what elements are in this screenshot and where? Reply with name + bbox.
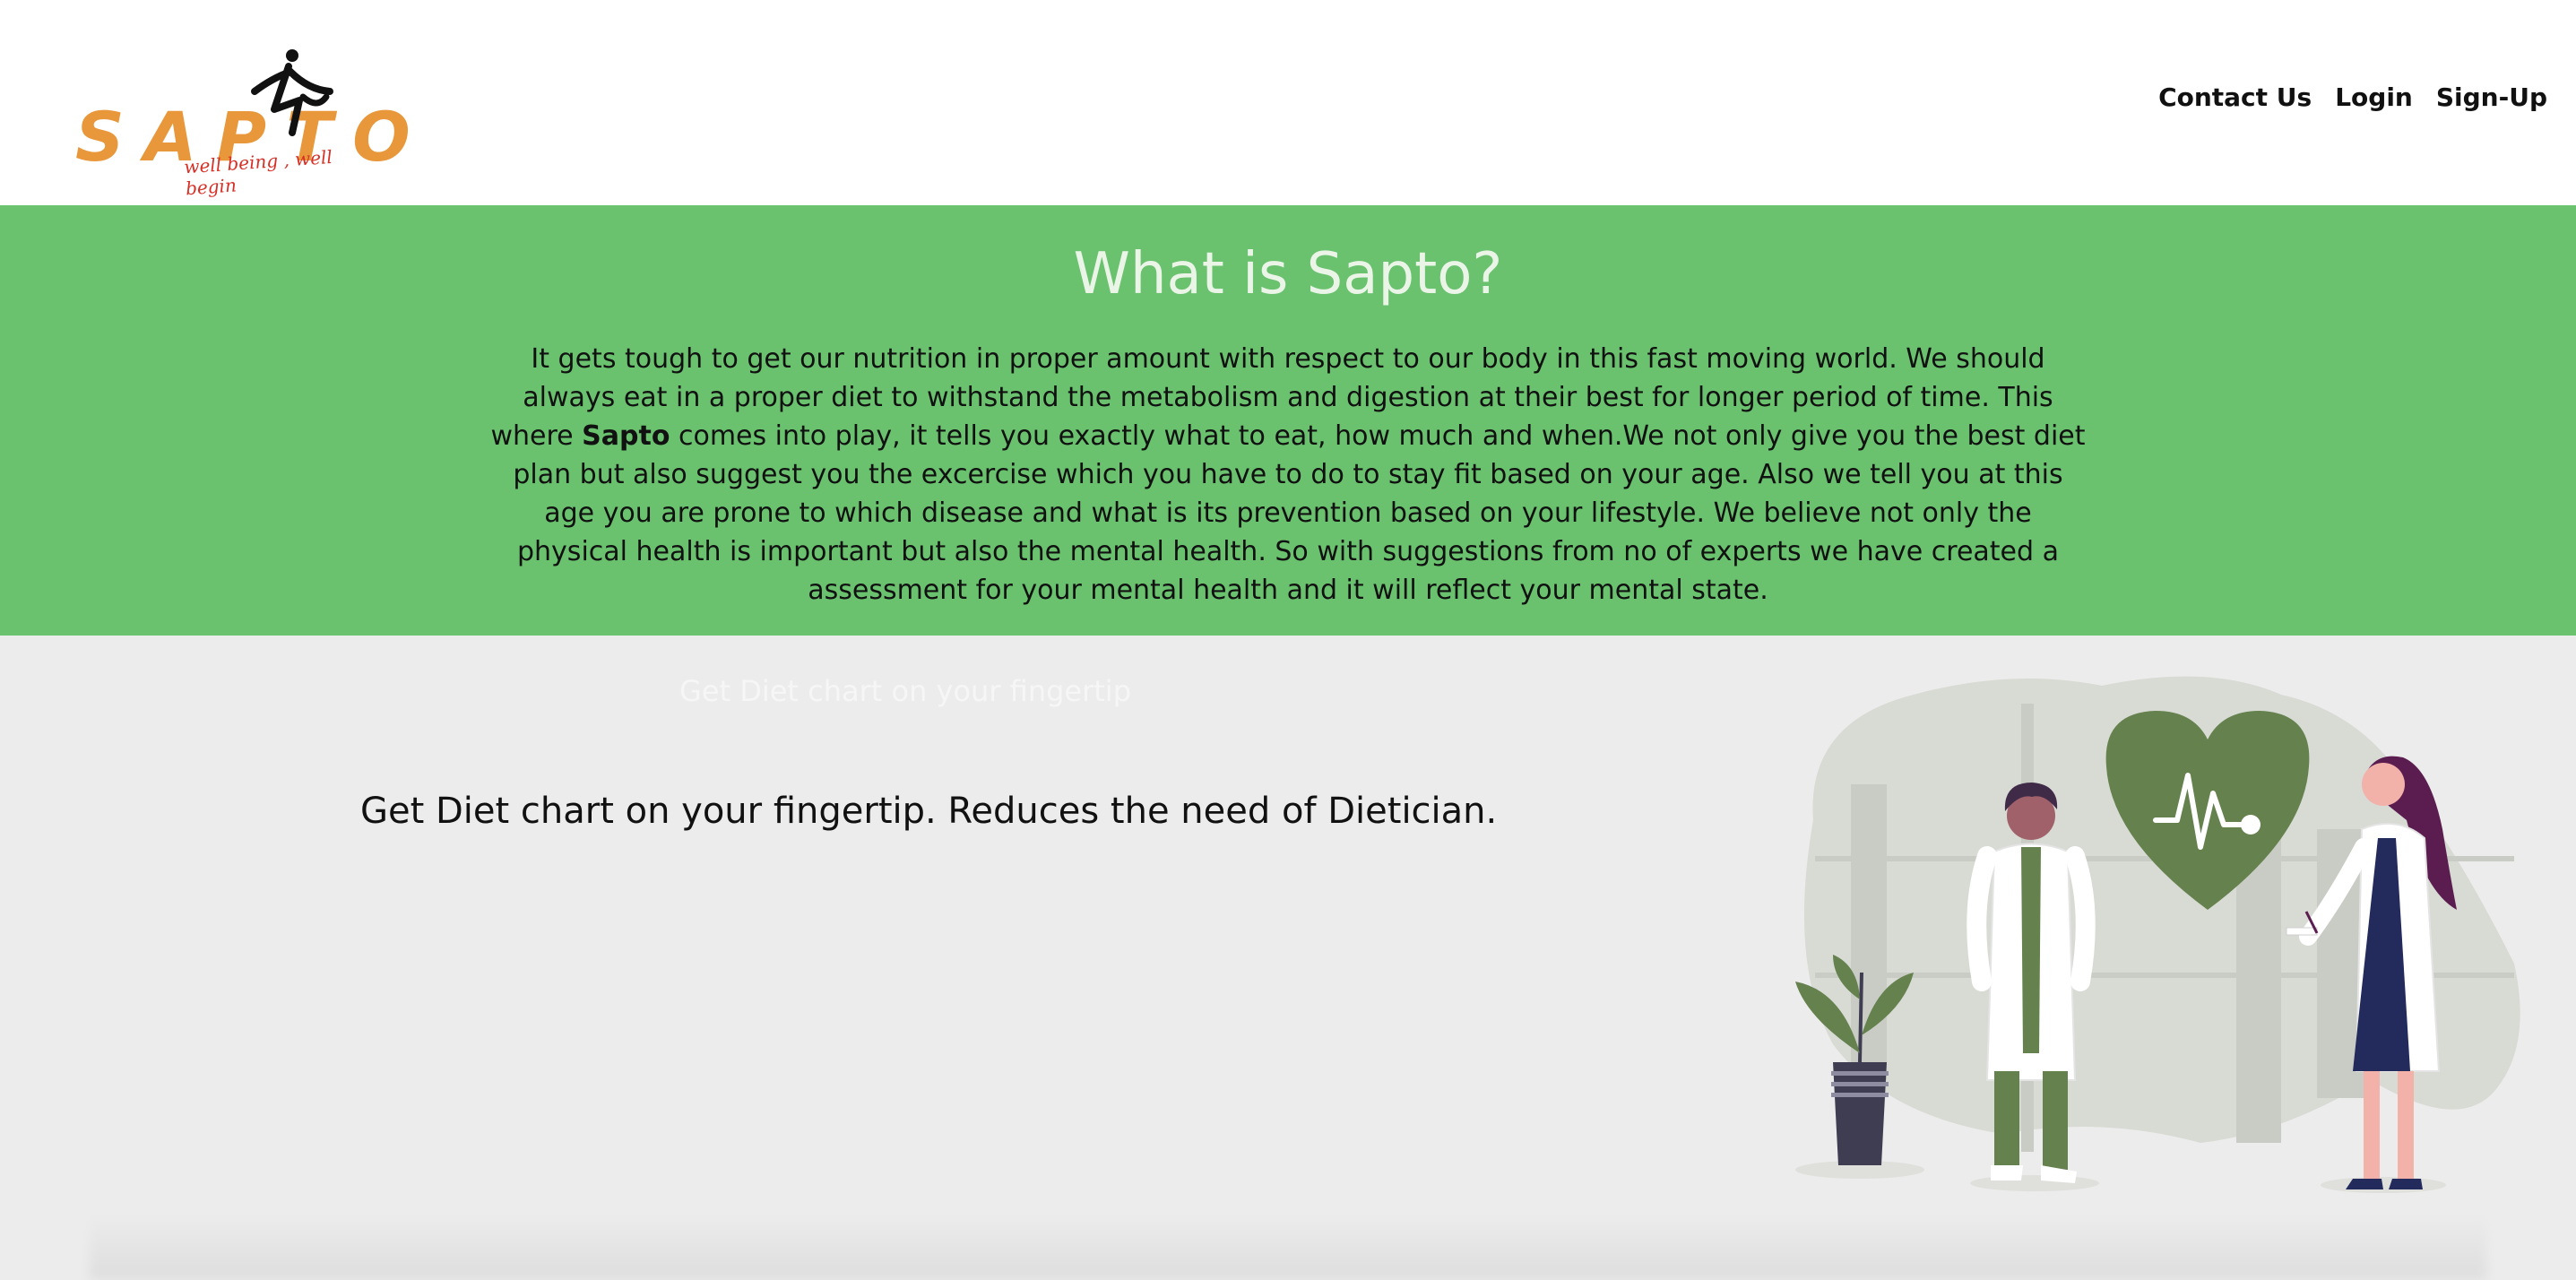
health-illustration xyxy=(1795,676,2520,1193)
faded-heading: Get Diet chart on your fingertip xyxy=(679,674,1131,708)
about-description: It gets tough to get our nutrition in pr… xyxy=(488,340,2088,610)
site-header: SAPTO well being , well begin Contact Us… xyxy=(0,0,2576,205)
nav-sign-up[interactable]: Sign-Up xyxy=(2436,82,2547,112)
about-text-part-2: comes into play, it tells you exactly wh… xyxy=(513,420,2086,606)
about-section: What is Sapto? It gets tough to get our … xyxy=(0,205,2576,636)
bottom-divider-shadow xyxy=(90,1215,2486,1280)
nav-contact-us[interactable]: Contact Us xyxy=(2158,82,2312,112)
feature-headline: Get Diet chart on your fingertip. Reduce… xyxy=(360,791,1498,832)
running-figure-icon xyxy=(251,49,333,136)
top-nav: Contact Us Login Sign-Up xyxy=(2158,82,2547,112)
about-title: What is Sapto? xyxy=(1073,241,1503,307)
sapto-logo[interactable]: SAPTO well being , well begin xyxy=(70,47,411,199)
nav-login[interactable]: Login xyxy=(2335,82,2413,112)
about-brand-name: Sapto xyxy=(582,420,670,452)
